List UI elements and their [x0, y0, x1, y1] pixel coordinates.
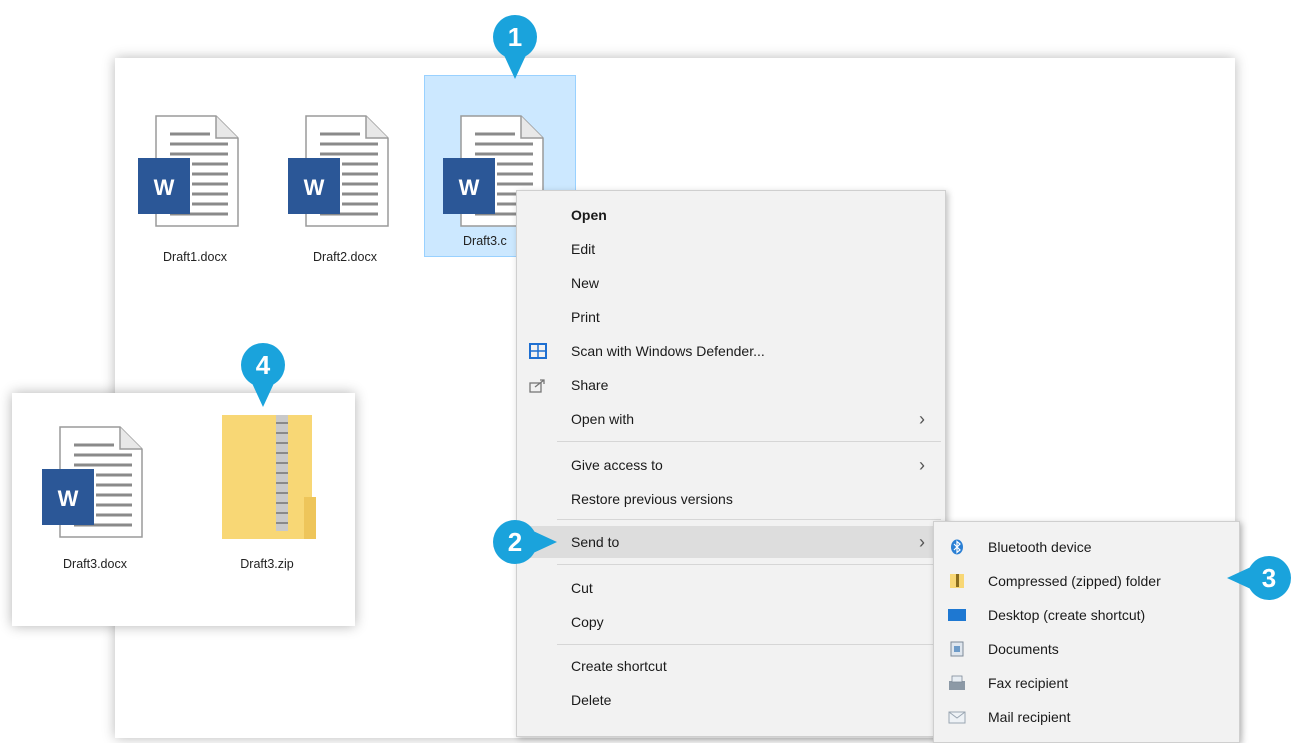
context-menu: Open Edit New Print Scan with Windows De…	[516, 190, 946, 737]
menu-separator	[557, 644, 941, 645]
callout-step-3: 3	[1225, 556, 1291, 600]
callout-number: 2	[507, 527, 523, 557]
file-draft2[interactable]: W Draft2.docx	[270, 70, 420, 270]
menu-item-print[interactable]: Print	[517, 301, 945, 333]
desktop-icon	[948, 609, 966, 621]
menu-item-send-to[interactable]: Send to ›	[517, 526, 945, 558]
menu-item-new[interactable]: New	[517, 267, 945, 299]
menu-item-restore-versions[interactable]: Restore previous versions	[517, 483, 945, 515]
menu-item-give-access[interactable]: Give access to ›	[517, 449, 945, 481]
svg-text:W: W	[58, 486, 79, 511]
file-name: Draft3.docx	[63, 557, 127, 571]
defender-scan-icon	[529, 343, 547, 359]
file-draft1[interactable]: W Draft1.docx	[120, 70, 270, 270]
menu-item-delete[interactable]: Delete	[517, 684, 945, 716]
menu-item-label: Edit	[571, 241, 596, 257]
send-to-submenu: Bluetooth device Compressed (zipped) fol…	[933, 521, 1240, 743]
menu-item-label: Scan with Windows Defender...	[571, 343, 765, 359]
submenu-item-label: Documents	[988, 641, 1059, 657]
bluetooth-icon	[951, 539, 963, 555]
svg-text:W: W	[154, 175, 175, 200]
share-icon	[529, 379, 545, 393]
send-to-fax[interactable]: Fax recipient	[934, 666, 1239, 700]
chevron-right-icon: ›	[919, 409, 925, 429]
callout-number: 1	[507, 22, 523, 52]
callout-step-2: 2	[493, 520, 559, 564]
inset-file-draft3-docx[interactable]: W Draft3.docx	[30, 393, 160, 593]
menu-item-open[interactable]: Open	[517, 199, 945, 231]
menu-item-edit[interactable]: Edit	[517, 233, 945, 265]
menu-item-create-shortcut[interactable]: Create shortcut	[517, 650, 945, 682]
file-name: Draft1.docx	[163, 250, 227, 264]
menu-item-copy[interactable]: Copy	[517, 606, 945, 638]
callout-number: 3	[1261, 563, 1277, 593]
inset-file-draft3-zip[interactable]: Draft3.zip	[202, 393, 332, 593]
send-to-mail[interactable]: Mail recipient	[934, 700, 1239, 734]
send-to-documents[interactable]: Documents	[934, 632, 1239, 666]
zip-folder-icon	[950, 574, 964, 588]
callout-number: 4	[255, 350, 271, 380]
menu-item-share[interactable]: Share	[517, 369, 945, 401]
result-inset: W Draft3.docx Draft3.zip	[12, 393, 355, 626]
submenu-item-label: Mail recipient	[988, 709, 1071, 725]
word-document-icon: W	[42, 426, 143, 538]
callout-step-4: 4	[241, 343, 285, 409]
chevron-right-icon: ›	[919, 532, 925, 552]
documents-icon	[950, 641, 964, 657]
word-document-icon: W	[138, 115, 239, 227]
menu-item-label: Cut	[571, 580, 593, 596]
menu-item-label: Give access to	[571, 457, 663, 473]
svg-text:W: W	[459, 175, 480, 200]
menu-item-label: New	[571, 275, 600, 291]
send-to-desktop[interactable]: Desktop (create shortcut)	[934, 598, 1239, 632]
menu-item-scan-defender[interactable]: Scan with Windows Defender...	[517, 335, 945, 367]
menu-item-label: Open	[571, 207, 607, 223]
menu-item-label: Create shortcut	[571, 658, 667, 674]
chevron-right-icon: ›	[919, 455, 925, 475]
submenu-item-label: Bluetooth device	[988, 539, 1092, 555]
menu-item-label: Open with	[571, 411, 635, 427]
file-name: Draft2.docx	[313, 250, 377, 264]
zip-folder-icon	[222, 415, 316, 539]
menu-item-label: Copy	[571, 614, 604, 630]
fax-icon	[949, 675, 965, 690]
send-to-bluetooth[interactable]: Bluetooth device	[934, 530, 1239, 564]
file-name: Draft3.zip	[240, 557, 294, 571]
submenu-item-label: Fax recipient	[988, 675, 1069, 691]
menu-separator	[557, 564, 941, 565]
menu-separator	[557, 441, 941, 442]
menu-separator	[557, 519, 941, 520]
menu-item-label: Restore previous versions	[571, 491, 733, 507]
menu-item-label: Send to	[571, 534, 620, 550]
submenu-item-label: Compressed (zipped) folder	[988, 573, 1161, 589]
menu-item-label: Share	[571, 377, 609, 393]
submenu-item-label: Desktop (create shortcut)	[988, 607, 1146, 623]
file-name: Draft3.c	[463, 234, 507, 248]
menu-item-label: Print	[571, 309, 600, 325]
callout-step-1: 1	[493, 15, 537, 81]
svg-text:W: W	[304, 175, 325, 200]
send-to-compressed-folder[interactable]: Compressed (zipped) folder	[934, 564, 1239, 598]
menu-item-open-with[interactable]: Open with ›	[517, 403, 945, 435]
menu-item-cut[interactable]: Cut	[517, 572, 945, 604]
menu-item-label: Delete	[571, 692, 612, 708]
word-document-icon: W	[288, 115, 389, 227]
